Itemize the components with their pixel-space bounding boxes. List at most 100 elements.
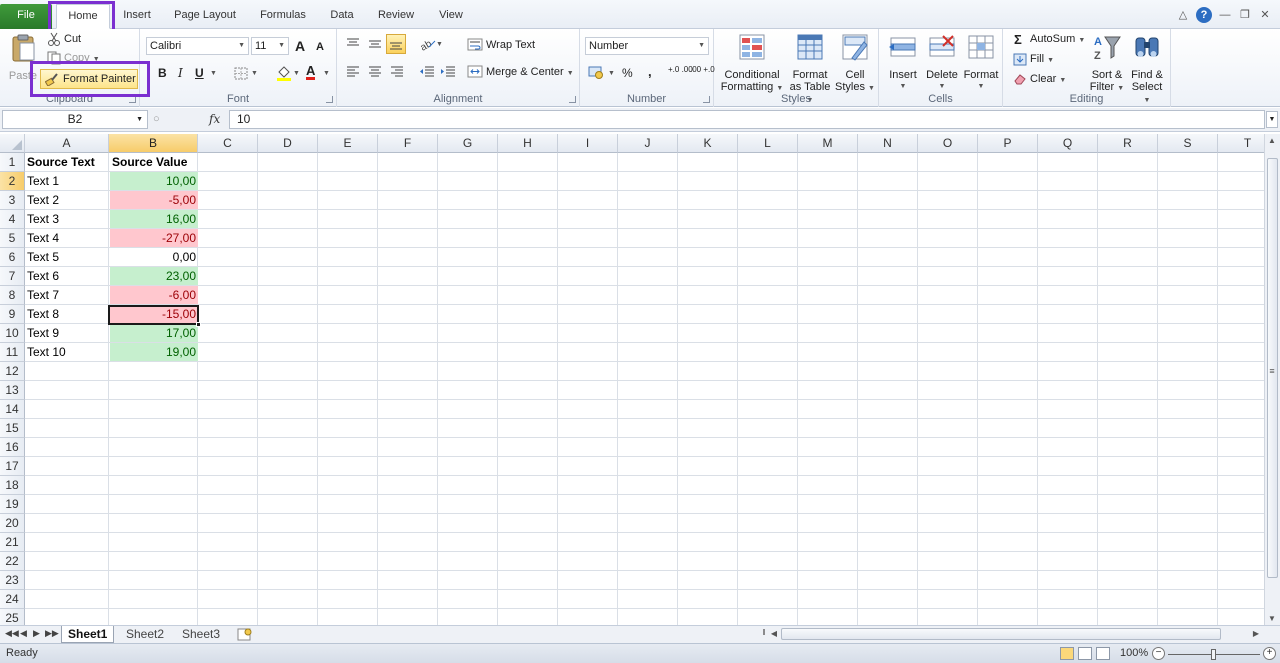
cell-a2[interactable]: Text 1 bbox=[26, 172, 109, 190]
first-sheet-icon[interactable]: ◀◀ bbox=[5, 628, 19, 639]
row-header-18[interactable]: 18 bbox=[0, 476, 25, 495]
merge-center-button[interactable]: Merge & Center ▼ bbox=[486, 66, 574, 78]
scroll-right-icon[interactable]: ▶ bbox=[1249, 629, 1263, 638]
copy-button[interactable]: Copy ▼ bbox=[64, 52, 100, 64]
scroll-down-icon[interactable]: ▼ bbox=[1265, 614, 1279, 623]
column-header-e[interactable]: E bbox=[318, 134, 378, 153]
chevron-down-icon[interactable]: ▼ bbox=[251, 70, 258, 77]
chevron-down-icon[interactable]: ▼ bbox=[608, 70, 615, 77]
sheet-tab-sheet3[interactable]: Sheet3 bbox=[176, 626, 226, 643]
normal-view-icon[interactable] bbox=[1060, 647, 1074, 660]
column-header-f[interactable]: F bbox=[378, 134, 438, 153]
decrease-decimal-button[interactable]: .00 +.0 bbox=[690, 66, 715, 74]
column-header-k[interactable]: K bbox=[678, 134, 738, 153]
column-header-a[interactable]: A bbox=[25, 134, 109, 153]
row-header-4[interactable]: 4 bbox=[0, 210, 25, 229]
horizontal-scrollbar[interactable]: ‖ ◀ ▶ bbox=[757, 627, 1263, 642]
italic-button[interactable]: I bbox=[178, 66, 183, 80]
wrap-text-button[interactable]: Wrap Text bbox=[486, 39, 535, 51]
column-header-l[interactable]: L bbox=[738, 134, 798, 153]
row-header-25[interactable]: 25 bbox=[0, 609, 25, 625]
row-header-13[interactable]: 13 bbox=[0, 381, 25, 400]
horizontal-scroll-thumb[interactable] bbox=[781, 628, 1221, 640]
tab-review[interactable]: Review bbox=[372, 4, 420, 29]
insert-function-button[interactable]: fx bbox=[209, 112, 220, 126]
tab-page-layout[interactable]: Page Layout bbox=[168, 4, 242, 29]
expand-formula-bar-icon[interactable]: ▼ bbox=[1266, 111, 1278, 128]
cell-a9[interactable]: Text 8 bbox=[26, 305, 109, 323]
decrease-indent-icon[interactable] bbox=[419, 66, 435, 78]
select-all-corner[interactable] bbox=[0, 134, 25, 153]
row-header-1[interactable]: 1 bbox=[0, 153, 25, 172]
row-header-6[interactable]: 6 bbox=[0, 248, 25, 267]
row-header-3[interactable]: 3 bbox=[0, 191, 25, 210]
tab-file[interactable]: File bbox=[0, 4, 52, 29]
worksheet-grid[interactable]: ABCDEFGHIJKLMNOPQRST 1 2 3 4 5 6 7 8 9 10 11 12 13 14… bbox=[0, 134, 1264, 625]
cell-b11[interactable]: 19,00 bbox=[110, 343, 198, 361]
vertical-scrollbar[interactable]: ▲ ≡ ▼ bbox=[1264, 134, 1280, 625]
cell-a10[interactable]: Text 9 bbox=[26, 324, 109, 342]
percent-button[interactable]: % bbox=[622, 66, 633, 80]
cell-styles-button[interactable]: Cell Styles ▼ bbox=[834, 32, 876, 95]
split-box-icon[interactable]: ≡ bbox=[1265, 366, 1279, 376]
formula-input[interactable]: 10 bbox=[229, 110, 1265, 129]
page-layout-view-icon[interactable] bbox=[1078, 647, 1092, 660]
cell-b3[interactable]: -5,00 bbox=[110, 191, 198, 209]
align-right-icon[interactable] bbox=[390, 66, 404, 78]
prev-sheet-icon[interactable]: ◀ bbox=[20, 628, 27, 639]
chevron-down-icon[interactable]: ▼ bbox=[210, 70, 217, 77]
tab-insert[interactable]: Insert bbox=[117, 4, 157, 29]
page-break-view-icon[interactable] bbox=[1096, 647, 1110, 660]
cell-b4[interactable]: 16,00 bbox=[110, 210, 198, 228]
column-header-j[interactable]: J bbox=[618, 134, 678, 153]
cell-a6[interactable]: Text 5 bbox=[26, 248, 109, 266]
autosum-button[interactable]: AutoSum ▼ bbox=[1030, 33, 1085, 45]
collapse-ribbon-icon[interactable]: △ bbox=[1176, 8, 1190, 22]
number-launcher-icon[interactable] bbox=[703, 96, 710, 103]
shrink-font-button[interactable]: A bbox=[316, 41, 324, 53]
column-header-q[interactable]: Q bbox=[1038, 134, 1098, 153]
cell-a3[interactable]: Text 2 bbox=[26, 191, 109, 209]
row-header-16[interactable]: 16 bbox=[0, 438, 25, 457]
column-header-t[interactable]: T bbox=[1218, 134, 1264, 153]
insert-cells-button[interactable]: Insert ▼ bbox=[884, 32, 922, 93]
font-size-select[interactable]: 11 ▼ bbox=[251, 37, 289, 55]
row-header-5[interactable]: 5 bbox=[0, 229, 25, 248]
cut-button[interactable]: Cut bbox=[64, 33, 81, 45]
cell-b10[interactable]: 17,00 bbox=[110, 324, 198, 342]
fill-handle[interactable] bbox=[196, 322, 201, 327]
number-format-select[interactable]: Number ▼ bbox=[585, 37, 709, 55]
column-header-n[interactable]: N bbox=[858, 134, 918, 153]
close-icon[interactable]: ✕ bbox=[1258, 8, 1272, 22]
minimize-icon[interactable]: — bbox=[1218, 8, 1232, 22]
row-header-22[interactable]: 22 bbox=[0, 552, 25, 571]
align-center-icon[interactable] bbox=[368, 66, 382, 78]
sheet-tab-sheet1[interactable]: Sheet1 bbox=[61, 626, 115, 643]
row-header-21[interactable]: 21 bbox=[0, 533, 25, 552]
row-header-12[interactable]: 12 bbox=[0, 362, 25, 381]
paste-button[interactable]: Paste bbox=[4, 33, 42, 82]
row-header-10[interactable]: 10 bbox=[0, 324, 25, 343]
column-header-p[interactable]: P bbox=[978, 134, 1038, 153]
resize-handle-icon[interactable]: ○ bbox=[153, 113, 160, 125]
cell-b8[interactable]: -6,00 bbox=[110, 286, 198, 304]
restore-icon[interactable]: ❐ bbox=[1238, 8, 1252, 22]
align-bottom-button[interactable] bbox=[386, 34, 406, 54]
column-header-d[interactable]: D bbox=[258, 134, 318, 153]
font-color-button[interactable]: A bbox=[306, 64, 316, 80]
cell-b6[interactable]: 0,00 bbox=[110, 248, 198, 266]
cell-a4[interactable]: Text 3 bbox=[26, 210, 109, 228]
format-painter-button[interactable]: Format Painter bbox=[40, 69, 138, 89]
fill-button[interactable]: Fill ▼ bbox=[1030, 53, 1054, 65]
grow-font-button[interactable]: A bbox=[295, 38, 305, 54]
chevron-down-icon[interactable]: ▼ bbox=[293, 70, 300, 77]
column-header-b[interactable]: B bbox=[109, 134, 198, 153]
bold-button[interactable]: B bbox=[158, 66, 167, 80]
align-left-icon[interactable] bbox=[346, 66, 360, 78]
chevron-down-icon[interactable]: ▼ bbox=[436, 41, 443, 48]
accounting-format-icon[interactable] bbox=[588, 65, 606, 79]
tab-home[interactable]: Home bbox=[56, 4, 110, 29]
align-top-icon[interactable] bbox=[346, 38, 360, 50]
name-box[interactable]: B2 ▼ bbox=[2, 110, 148, 129]
fill-color-icon[interactable] bbox=[276, 65, 292, 81]
